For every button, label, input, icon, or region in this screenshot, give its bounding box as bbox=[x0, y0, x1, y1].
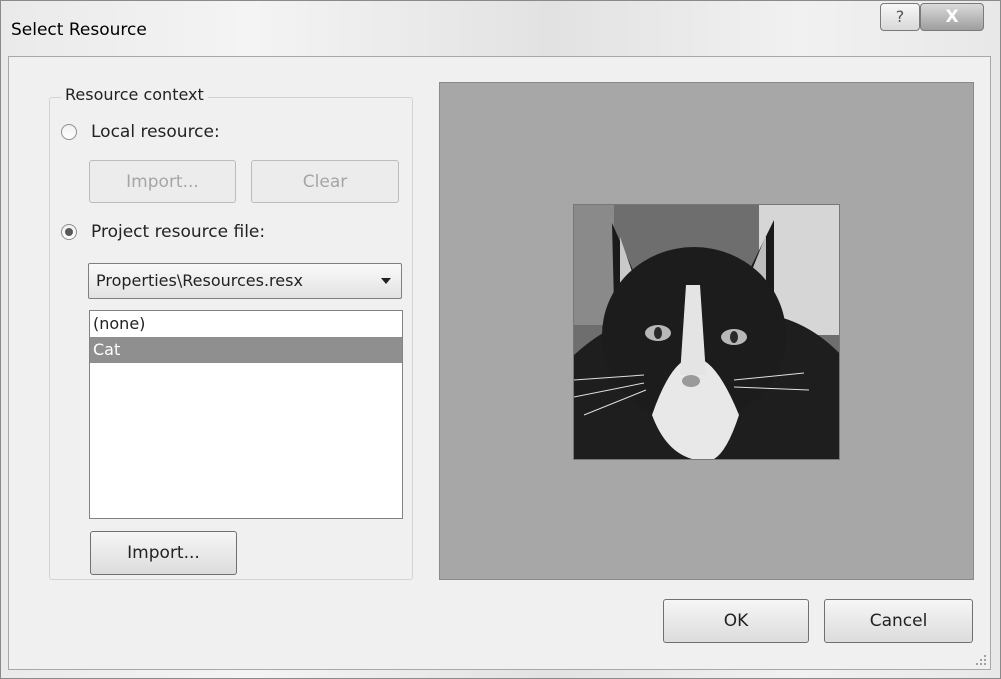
resource-context-label: Resource context bbox=[61, 85, 208, 104]
window-title: Select Resource bbox=[11, 20, 147, 40]
resource-context-group: Resource context Local resource: Import.… bbox=[49, 85, 413, 580]
ok-button[interactable]: OK bbox=[663, 599, 809, 643]
title-bar[interactable]: Select Resource ? X bbox=[1, 1, 1000, 57]
cat-illustration bbox=[574, 205, 839, 459]
project-resource-label: Project resource file: bbox=[91, 222, 266, 242]
cat-photo bbox=[573, 204, 840, 460]
clear-button[interactable]: Clear bbox=[251, 160, 399, 203]
close-icon: X bbox=[945, 7, 959, 27]
resource-file-value: Properties\Resources.resx bbox=[96, 271, 303, 290]
close-button[interactable]: X bbox=[920, 3, 984, 31]
list-item-none[interactable]: (none) bbox=[90, 311, 402, 337]
resource-file-dropdown[interactable]: Properties\Resources.resx bbox=[88, 263, 402, 299]
help-button[interactable]: ? bbox=[880, 3, 920, 31]
local-resource-option[interactable]: Local resource: bbox=[61, 120, 220, 144]
resource-list[interactable]: (none) Cat bbox=[89, 310, 403, 519]
image-preview-pane bbox=[439, 82, 974, 580]
help-icon: ? bbox=[895, 7, 905, 26]
list-item-cat[interactable]: Cat bbox=[90, 337, 402, 363]
local-resource-label: Local resource: bbox=[91, 122, 220, 142]
project-resource-option[interactable]: Project resource file: bbox=[61, 220, 265, 244]
project-import-button[interactable]: Import... bbox=[90, 531, 237, 575]
dialog-body: Resource context Local resource: Import.… bbox=[8, 56, 991, 670]
local-import-button[interactable]: Import... bbox=[89, 160, 236, 203]
project-resource-radio[interactable] bbox=[61, 224, 77, 240]
dropdown-arrow-icon bbox=[381, 278, 391, 284]
cancel-button[interactable]: Cancel bbox=[824, 599, 973, 643]
resize-grip-icon[interactable] bbox=[975, 654, 987, 666]
local-resource-radio[interactable] bbox=[61, 124, 77, 140]
select-resource-dialog: Select Resource ? X Resource context Loc… bbox=[0, 0, 1001, 679]
